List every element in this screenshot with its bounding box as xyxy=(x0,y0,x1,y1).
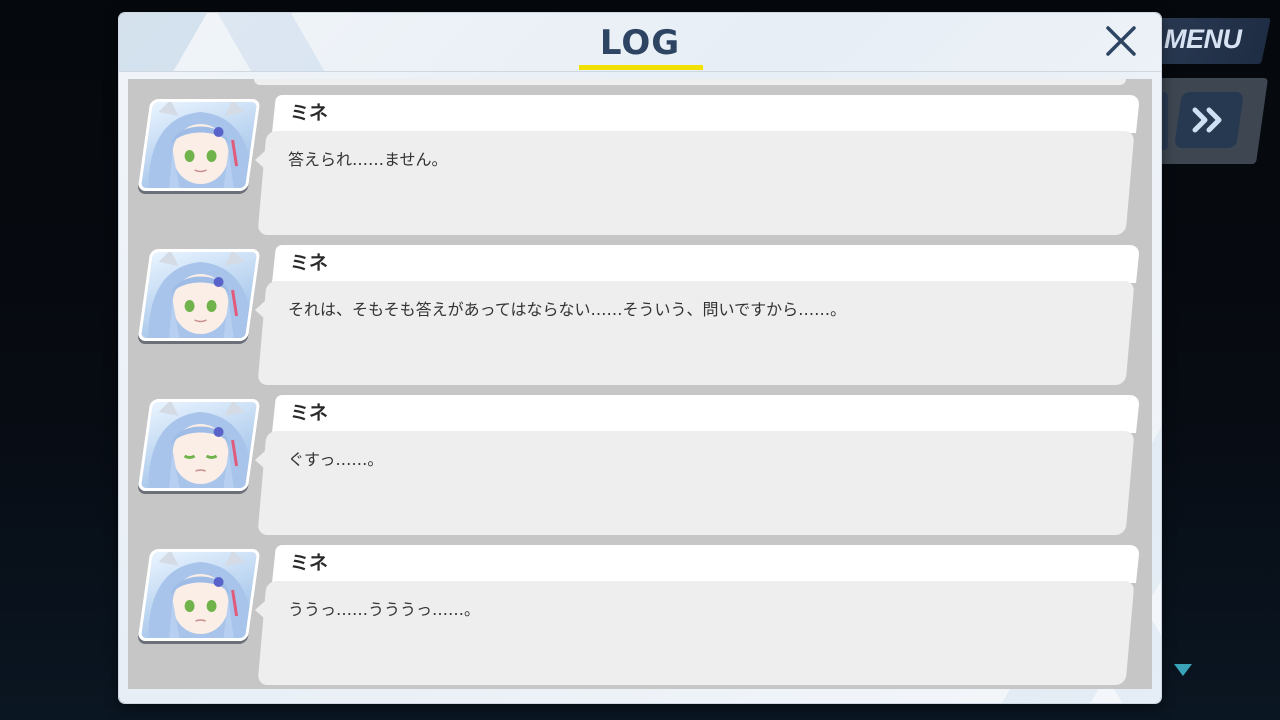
log-list[interactable]: ミネ 答えられ……ません。 ミネ それは、そもそも答えがあってはならない……そう… xyxy=(128,79,1152,689)
title-underline xyxy=(579,65,703,70)
avatar xyxy=(137,99,261,191)
close-icon xyxy=(1106,26,1136,56)
speaker-name-bar xyxy=(272,395,1140,433)
message-text: ううっ……うううっ……。 xyxy=(288,600,481,619)
message-text: ぐすっ……。 xyxy=(288,450,384,469)
close-button[interactable] xyxy=(1103,23,1139,59)
log-entry: ミネ 答えられ……ません。 xyxy=(128,79,1152,235)
double-chevron-right-icon xyxy=(1192,107,1222,133)
bubble-tail xyxy=(255,151,265,169)
speaker-name: ミネ xyxy=(290,552,329,574)
message-text: 答えられ……ません。 xyxy=(288,150,448,169)
avatar xyxy=(137,549,261,641)
log-dialog: LOG ミネ 答えられ……ません。 ミネ それは、そもそも答えがあってはならない… xyxy=(119,13,1161,703)
message-bubble xyxy=(257,431,1135,535)
speaker-name-bar xyxy=(272,245,1140,283)
triangle-down-icon xyxy=(1174,664,1192,676)
speaker-name: ミネ xyxy=(290,402,329,424)
log-entry: ミネ ううっ……うううっ……。 xyxy=(128,529,1152,685)
dialog-title: LOG xyxy=(599,23,681,63)
avatar xyxy=(137,249,261,341)
speaker-name: ミネ xyxy=(290,252,329,274)
scroll-down-indicator[interactable] xyxy=(1173,662,1193,681)
bubble-tail xyxy=(255,601,265,619)
log-entry: ミネ それは、そもそも答えがあってはならない……そういう、問いですから……。 xyxy=(128,229,1152,385)
skip-button[interactable] xyxy=(1174,92,1244,148)
message-text: それは、そもそも答えがあってはならない……そういう、問いですから……。 xyxy=(288,300,847,319)
speaker-name-bar xyxy=(272,545,1140,583)
bubble-tail xyxy=(255,301,265,319)
header-divider xyxy=(119,71,1161,72)
speaker-name: ミネ xyxy=(290,102,329,124)
speaker-name-bar xyxy=(272,95,1140,133)
avatar xyxy=(137,399,261,491)
menu-label[interactable]: MENU xyxy=(1164,24,1242,55)
log-entry: ミネ ぐすっ……。 xyxy=(128,379,1152,535)
bubble-tail xyxy=(255,451,265,469)
